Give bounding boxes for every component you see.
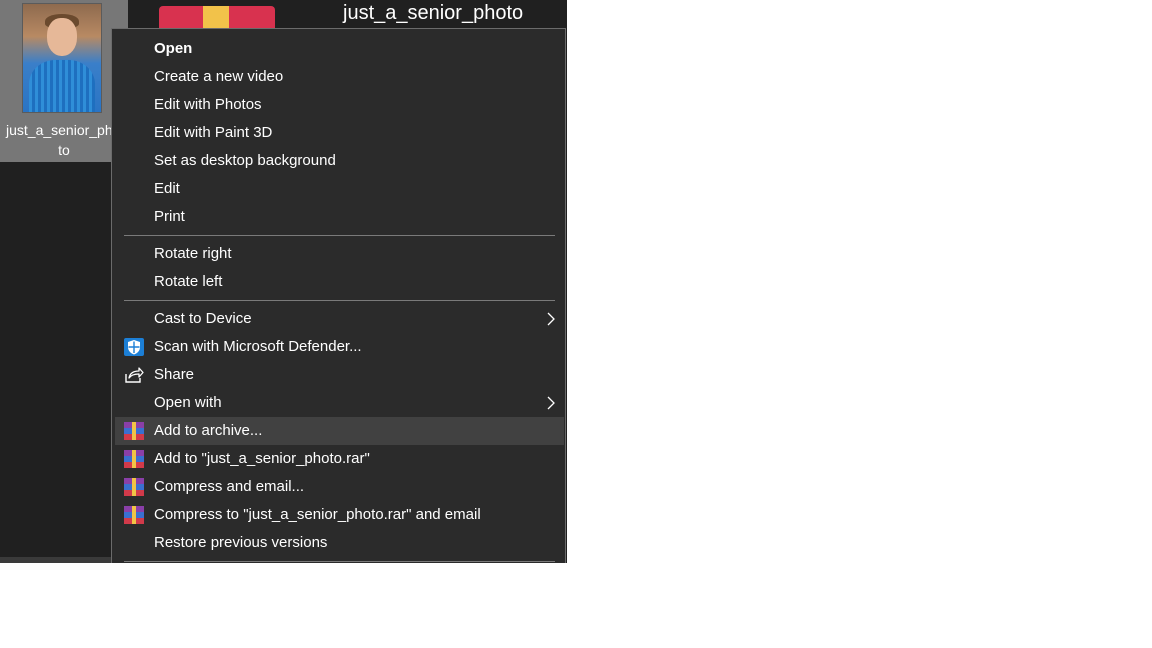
menu-separator [124, 561, 555, 562]
menu-item-restore-previous-versions[interactable]: Restore previous versions [115, 529, 564, 557]
menu-item-edit-with-paint-3d[interactable]: Edit with Paint 3D [115, 119, 564, 147]
menu-item-label: Create a new video [154, 68, 284, 85]
menu-item-label: Scan with Microsoft Defender... [154, 338, 362, 355]
context-menu: Open Create a new video Edit with Photos… [111, 28, 566, 563]
menu-separator [124, 300, 555, 301]
menu-item-edit[interactable]: Edit [115, 175, 564, 203]
menu-item-label: Rotate left [154, 273, 223, 290]
menu-item-label: Restore previous versions [154, 534, 328, 551]
menu-item-cast-to-device[interactable]: Cast to Device [115, 305, 564, 333]
menu-item-rotate-left[interactable]: Rotate left [115, 268, 564, 296]
menu-item-label: Rotate right [154, 245, 232, 262]
archive-file-icon[interactable] [159, 6, 275, 30]
winrar-icon [124, 422, 144, 440]
menu-item-label: Add to "just_a_senior_photo.rar" [154, 450, 370, 467]
winrar-icon [124, 478, 144, 496]
file-name-line-1: just_a_senior_ph [6, 122, 113, 138]
menu-item-label: Compress to "just_a_senior_photo.rar" an… [154, 506, 481, 523]
explorer-footer-strip [0, 557, 112, 563]
menu-item-open-with[interactable]: Open with [115, 389, 564, 417]
menu-separator [124, 235, 555, 236]
menu-item-set-desktop-background[interactable]: Set as desktop background [115, 147, 564, 175]
chevron-right-icon [547, 396, 555, 410]
menu-item-compress-and-email[interactable]: Compress and email... [115, 473, 564, 501]
menu-item-compress-to-rar-and-email[interactable]: Compress to "just_a_senior_photo.rar" an… [115, 501, 564, 529]
menu-item-label: Add to archive... [154, 422, 263, 439]
menu-item-edit-with-photos[interactable]: Edit with Photos [115, 91, 564, 119]
menu-item-add-to-rar[interactable]: Add to "just_a_senior_photo.rar" [115, 445, 564, 473]
menu-item-label: Edit with Photos [154, 96, 262, 113]
menu-item-open[interactable]: Open [115, 35, 564, 63]
winrar-icon [124, 506, 144, 524]
winrar-icon [124, 450, 144, 468]
menu-item-label: Compress and email... [154, 478, 305, 495]
menu-item-add-to-archive[interactable]: Add to archive... [115, 417, 564, 445]
defender-shield-icon [124, 338, 144, 356]
menu-item-label: Cast to Device [154, 310, 252, 327]
menu-item-share[interactable]: Share [115, 361, 564, 389]
menu-item-label: Open [154, 40, 193, 57]
menu-item-rotate-right[interactable]: Rotate right [115, 240, 564, 268]
menu-item-scan-defender[interactable]: Scan with Microsoft Defender... [115, 333, 564, 361]
menu-item-label: Share [154, 366, 195, 383]
menu-item-label: Edit with Paint 3D [154, 124, 273, 141]
file-name-label: just_a_senior_ph to [0, 120, 128, 160]
menu-item-label: Set as desktop background [154, 152, 336, 169]
menu-item-label: Open with [154, 394, 222, 411]
menu-item-label: Print [154, 208, 185, 225]
selected-file-tile[interactable]: just_a_senior_ph to [0, 0, 128, 162]
file-name-line-2: to [58, 142, 70, 158]
share-icon [125, 367, 144, 383]
menu-item-label: Edit [154, 180, 180, 197]
menu-item-create-new-video[interactable]: Create a new video [115, 63, 564, 91]
file-name-label-2[interactable]: just_a_senior_photo [343, 1, 523, 25]
chevron-right-icon [547, 312, 555, 326]
photo-thumbnail [22, 3, 102, 113]
menu-item-print[interactable]: Print [115, 203, 564, 231]
